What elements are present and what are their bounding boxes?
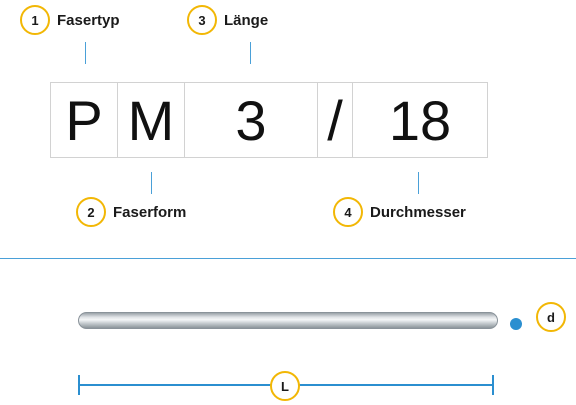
- tick-fasertyp: [85, 42, 86, 64]
- product-code: P M 3 / 18: [50, 82, 488, 158]
- code-diameter: 18: [352, 82, 488, 158]
- label-fasertyp: Fasertyp: [57, 11, 120, 29]
- callout-fasertyp: 1 Fasertyp: [20, 5, 120, 35]
- tick-durchmesser: [418, 172, 419, 194]
- code-fiber-form: M: [117, 82, 185, 158]
- code-length: 3: [184, 82, 318, 158]
- length-dimension-end: [492, 375, 494, 395]
- diameter-badge: d: [536, 302, 566, 332]
- badge-1: 1: [20, 5, 50, 35]
- callout-durchmesser: 4 Durchmesser: [333, 197, 466, 227]
- label-laenge: Länge: [224, 11, 269, 29]
- fiber-rod-illustration: [78, 312, 498, 329]
- badge-2: 2: [76, 197, 106, 227]
- callout-faserform: 2 Faserform: [76, 197, 186, 227]
- diameter-cross-section-dot: [510, 318, 522, 330]
- code-separator: /: [317, 82, 353, 158]
- callout-laenge: 3 Länge: [187, 5, 268, 35]
- tick-faserform: [151, 172, 152, 194]
- badge-4: 4: [333, 197, 363, 227]
- code-fiber-type: P: [50, 82, 118, 158]
- section-divider: [0, 258, 576, 259]
- length-badge: L: [270, 371, 300, 401]
- label-faserform: Faserform: [113, 203, 187, 221]
- tick-laenge: [250, 42, 251, 64]
- badge-3: 3: [187, 5, 217, 35]
- label-durchmesser: Durchmesser: [370, 203, 466, 221]
